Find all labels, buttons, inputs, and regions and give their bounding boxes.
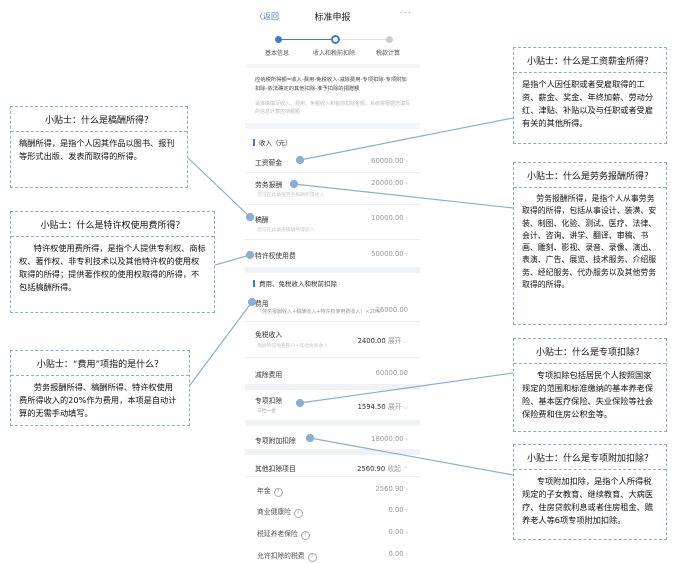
tip-special: 小贴士：什么是专项扣除？ 专项扣除包括居民个人按照国家规定的范围和标准缴纳的基本…	[513, 338, 667, 432]
tip-additional-title: 小贴士：什么是专项附加扣除？	[514, 445, 666, 470]
connector-dot	[295, 398, 305, 408]
tip-wage: 小贴士：什么是工资薪金所得？ 是指个人因任职或者受雇取得的工资、薪金、奖金、年终…	[513, 47, 667, 144]
tip-additional: 小贴士：什么是专项附加扣除？ 专项附加扣除，是指个人所得税规定的子女教育、继续教…	[513, 444, 667, 540]
connector-additional	[309, 437, 514, 476]
tip-royalty-title: 小贴士：什么是稿酬所得？	[11, 107, 187, 132]
tip-special-body: 专项扣除包括居民个人按照国家规定的范围和标准缴纳的基本养老保险、基本医疗保险、失…	[522, 370, 654, 419]
connector-dot	[305, 433, 315, 443]
tip-special-title: 小贴士：什么是专项扣除？	[514, 339, 666, 364]
tip-royalty: 小贴士：什么是稿酬所得？ 稿酬所得，是指个人因其作品以图书、报刊等形式出版、发表…	[10, 106, 188, 188]
connector-labor	[293, 183, 514, 209]
connector-special	[299, 372, 514, 404]
tip-royalty-body: 稿酬所得，是指个人因其作品以图书、报刊等形式出版、发表而取得的所得。	[19, 138, 175, 161]
tip-additional-body: 专项附加扣除，是指个人所得税规定的子女教育、继续教育、大病医疗、住房贷款利息或者…	[522, 476, 654, 525]
tip-franchise-title: 小贴士：什么是特许权使用费所得？	[11, 212, 214, 237]
connector-dot	[245, 250, 255, 260]
connector-wage	[299, 117, 514, 161]
connector-dot	[289, 179, 299, 189]
tip-fee: 小贴士：“费用”项指的是什么？ 劳务报酬所得、稿酬所得、特许权使用费所得收入的2…	[10, 350, 190, 426]
connector-dot	[247, 297, 257, 307]
tip-franchise: 小贴士：什么是特许权使用费所得？ 特许权使用费所得，是指个人提供专利权、商标权、…	[10, 211, 215, 313]
tip-labor-title: 小贴士：什么是劳务报酬所得？	[514, 163, 666, 188]
connector-franchise	[214, 254, 251, 266]
tip-fee-title: 小贴士：“费用”项指的是什么？	[11, 351, 189, 376]
connector-dot	[295, 155, 305, 165]
tip-wage-title: 小贴士：什么是工资薪金所得？	[514, 48, 666, 73]
tip-franchise-body: 特许权使用费所得，是指个人提供专利权、商标权、著作权、非专利技术以及其他特许权的…	[19, 243, 206, 292]
tip-labor-body: 劳务报酬所得，是指个人从事劳务取得的所得，包括从事设计、装潢、安装、制图、化验、…	[522, 194, 657, 290]
connector-royalty	[187, 157, 251, 218]
tip-fee-body: 劳务报酬所得、稿酬所得、特许权使用费所得收入的20%作为费用，本项是自动计算的无…	[19, 382, 177, 418]
tip-labor: 小贴士：什么是劳务报酬所得？ 劳务报酬所得，是指个人从事劳务取得的所得，包括从事…	[513, 162, 667, 325]
connector-dot	[245, 212, 255, 222]
tip-wage-body: 是指个人因任职或者受雇取得的工资、薪金、奖金、年终加薪、劳动分红、津贴、补贴以及…	[522, 79, 654, 128]
connector-fee	[189, 301, 253, 386]
